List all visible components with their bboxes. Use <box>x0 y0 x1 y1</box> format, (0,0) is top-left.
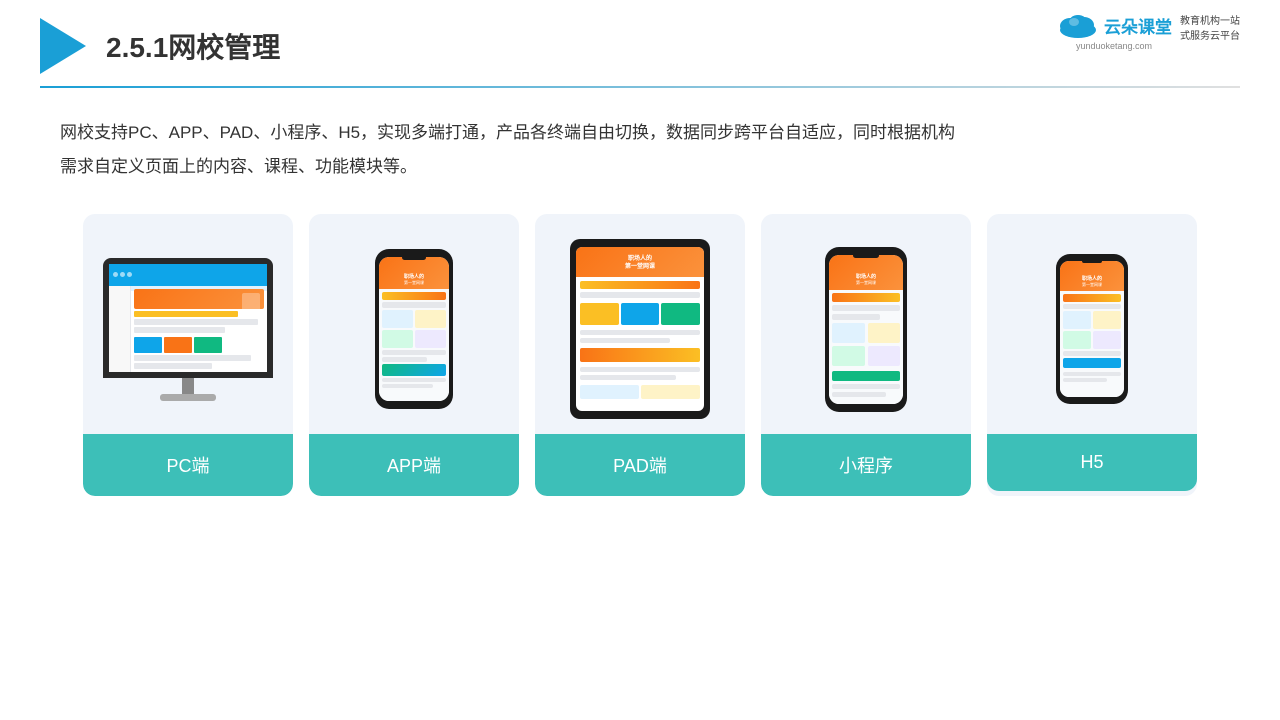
cloud-icon <box>1056 10 1100 40</box>
miniapp-label: 小程序 <box>761 434 971 496</box>
pc-card: PC端 <box>83 214 293 496</box>
pc-label: PC端 <box>83 434 293 496</box>
h5-label: H5 <box>987 434 1197 491</box>
brand-tagline: 教育机构一站 式服务云平台 <box>1180 10 1240 44</box>
brand-logo: 云朵课堂 yunduoketang.com 教育机构一站 式服务云平台 <box>1056 10 1240 51</box>
app-label: APP端 <box>309 434 519 496</box>
miniapp-card: 职场人的 第一堂网课 <box>761 214 971 496</box>
pad-tablet-icon: 职场人的第一堂网课 <box>570 239 710 419</box>
h5-card: 职场人的 第一堂网课 <box>987 214 1197 496</box>
app-image-area: 职场人的 第一堂网课 <box>309 214 519 434</box>
pad-card: 职场人的第一堂网课 <box>535 214 745 496</box>
pc-image-area <box>83 214 293 434</box>
description-text: 网校支持PC、APP、PAD、小程序、H5，实现多端打通，产品各终端自由切换，数… <box>0 88 1280 184</box>
miniapp-phone-icon: 职场人的 第一堂网课 <box>825 247 907 412</box>
logo-triangle-icon <box>40 18 86 74</box>
miniapp-image-area: 职场人的 第一堂网课 <box>761 214 971 434</box>
app-card: 职场人的 第一堂网课 <box>309 214 519 496</box>
pc-monitor-icon <box>103 258 273 401</box>
app-phone-icon: 职场人的 第一堂网课 <box>375 249 453 409</box>
brand-name: 云朵课堂 <box>1104 13 1172 38</box>
brand-url: yunduoketang.com <box>1076 41 1152 51</box>
page-title: 2.5.1网校管理 <box>106 26 280 66</box>
h5-image-area: 职场人的 第一堂网课 <box>987 214 1197 434</box>
cards-container: PC端 职场人的 第一堂网课 <box>0 184 1280 496</box>
pad-label: PAD端 <box>535 434 745 496</box>
h5-phone-icon: 职场人的 第一堂网课 <box>1056 254 1128 404</box>
pad-image-area: 职场人的第一堂网课 <box>535 214 745 434</box>
page-header: 2.5.1网校管理 云朵课堂 yunduoketang.com 教育机构一站 式… <box>0 0 1280 74</box>
